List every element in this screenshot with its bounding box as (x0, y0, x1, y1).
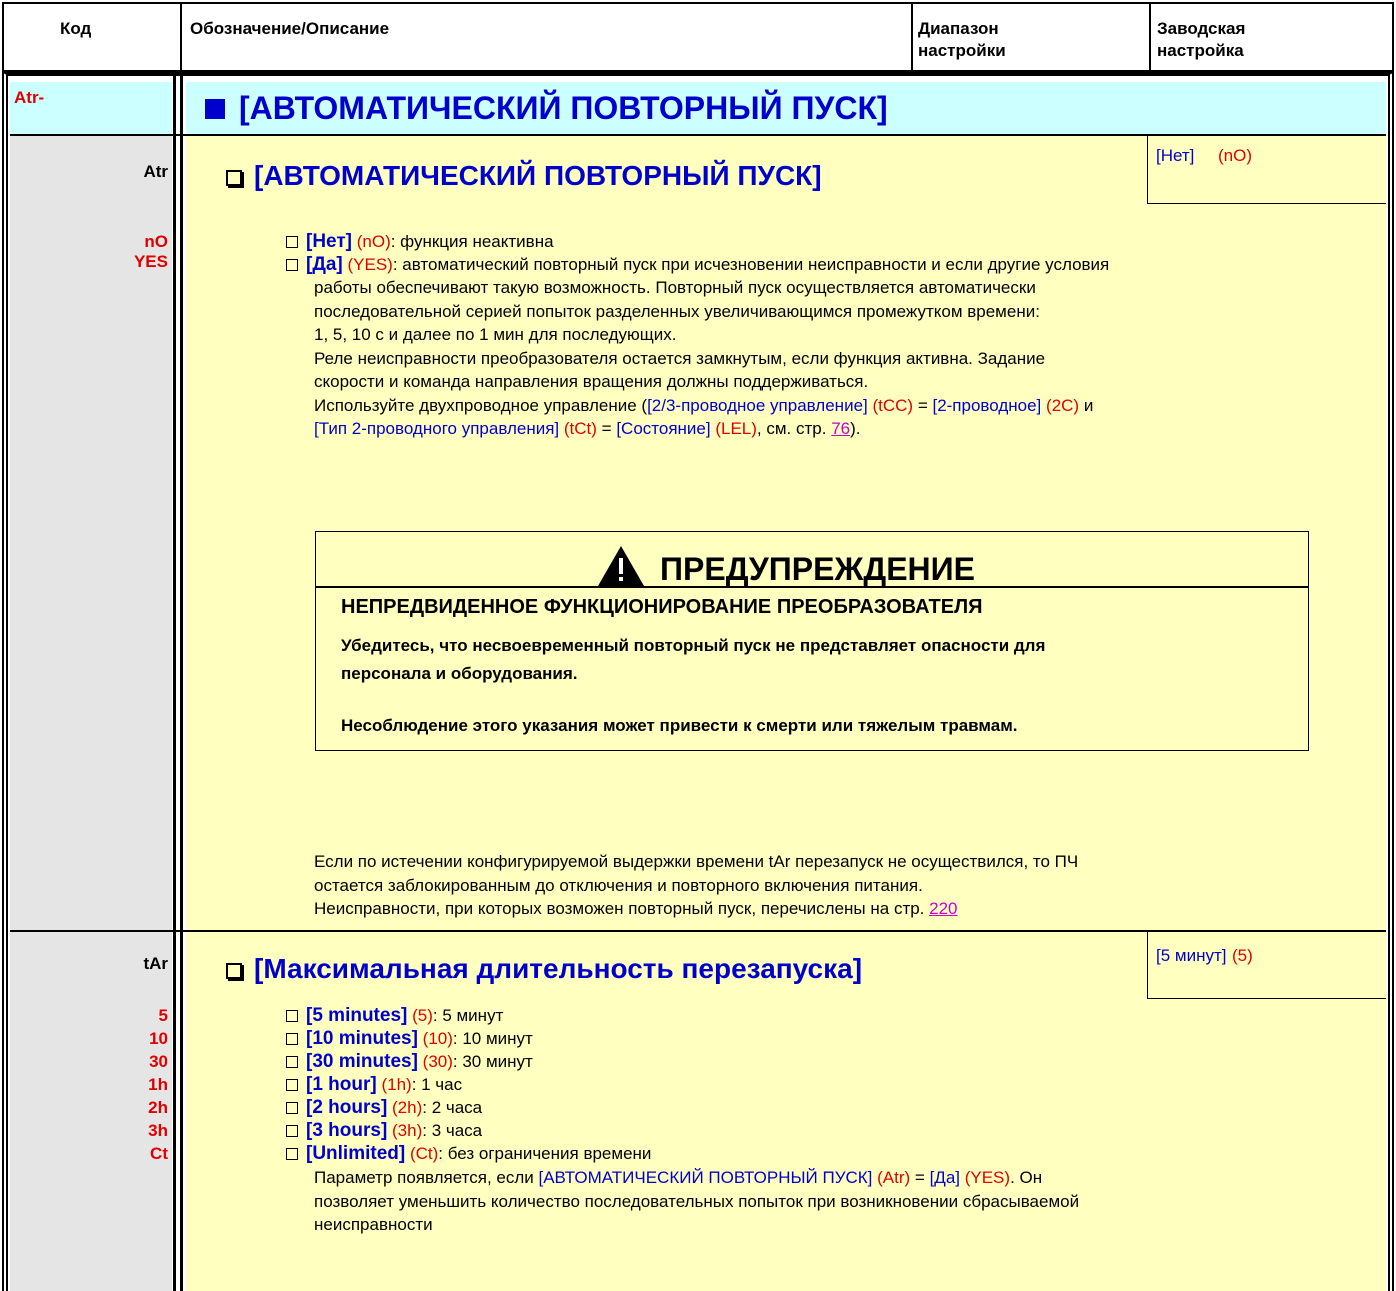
list-item: [1 hour] (1h): 1 час (286, 1073, 651, 1096)
warning-title: ПРЕДУПРЕЖДЕНИЕ (596, 536, 975, 588)
warning-triangle-icon (596, 544, 646, 596)
header-range: Диапазон настройки (918, 19, 1006, 60)
tar-code: tAr (143, 954, 168, 973)
checkbox-icon (226, 170, 242, 186)
tar-codes: 5 10 30 1h 2h 3h Ct (148, 1006, 168, 1163)
list-item: [30 minutes] (30): 30 минут (286, 1050, 651, 1073)
warning-consequence: Несоблюдение этого указания может привес… (341, 716, 1018, 735)
square-bullet-icon (286, 236, 298, 248)
atr-code: Atr (143, 162, 168, 181)
square-bullet-icon (286, 1010, 298, 1022)
square-bullet-icon (286, 1079, 298, 1091)
tar-note: Параметр появляется, если [АВТОМАТИЧЕСКИ… (314, 1168, 1080, 1234)
square-bullet-icon (286, 1102, 298, 1114)
list-item: [10 minutes] (10): 10 минут (286, 1027, 651, 1050)
square-bullet-icon (286, 1125, 298, 1137)
atr-option-yes: [Да] (YES): автоматический повторный пус… (286, 253, 1109, 276)
menu-square-icon (205, 99, 225, 119)
square-bullet-icon (286, 1148, 298, 1160)
list-item: [5 minutes] (5): 5 минут (286, 1004, 651, 1027)
menu-title: [АВТОМАТИЧЕСКИЙ ПОВТОРНЫЙ ПУСК] (205, 90, 888, 127)
square-bullet-icon (286, 259, 298, 271)
tar-factory-box: [5 минут] (5) (1147, 932, 1386, 999)
atr-after-text: Если по истечении конфигурируемой выдерж… (314, 852, 1079, 918)
page-link-220[interactable]: 220 (929, 899, 957, 918)
tar-options: [5 minutes] (5): 5 минут [10 minutes] (1… (286, 1004, 651, 1165)
page-link-76[interactable]: 76 (831, 419, 850, 438)
square-bullet-icon (286, 1056, 298, 1068)
atr-title: [АВТОМАТИЧЕСКИЙ ПОВТОРНЫЙ ПУСК] (226, 160, 822, 192)
header-factory: Заводская настройка (1157, 19, 1246, 60)
atr-factory-box: [Нет] (nO) (1147, 136, 1386, 204)
atr-option-no: [Нет] (nO): функция неактивна (286, 230, 554, 253)
warning-heading: НЕПРЕДВИДЕННОЕ ФУНКЦИОНИРОВАНИЕ ПРЕОБРАЗ… (341, 596, 983, 618)
warning-text: Убедитесь, что несвоевременный повторный… (341, 636, 1046, 683)
checkbox-icon (226, 963, 242, 979)
list-item: [Unlimited] (Ct): без ограничения времен… (286, 1142, 651, 1165)
atr-code-yes: YES (133, 252, 168, 271)
menu-code: Atr- (14, 88, 45, 107)
atr-description: работы обеспечивают такую возможность. П… (314, 278, 1094, 438)
list-item: [3 hours] (3h): 3 часа (286, 1119, 651, 1142)
square-bullet-icon (286, 1033, 298, 1045)
list-item: [2 hours] (2h): 2 часа (286, 1096, 651, 1119)
tar-title: [Максимальная длительность перезапуска] (226, 953, 862, 985)
atr-code-no: nO (144, 232, 168, 251)
header-description: Обозначение/Описание (190, 19, 390, 38)
header-code: Код (60, 19, 92, 38)
